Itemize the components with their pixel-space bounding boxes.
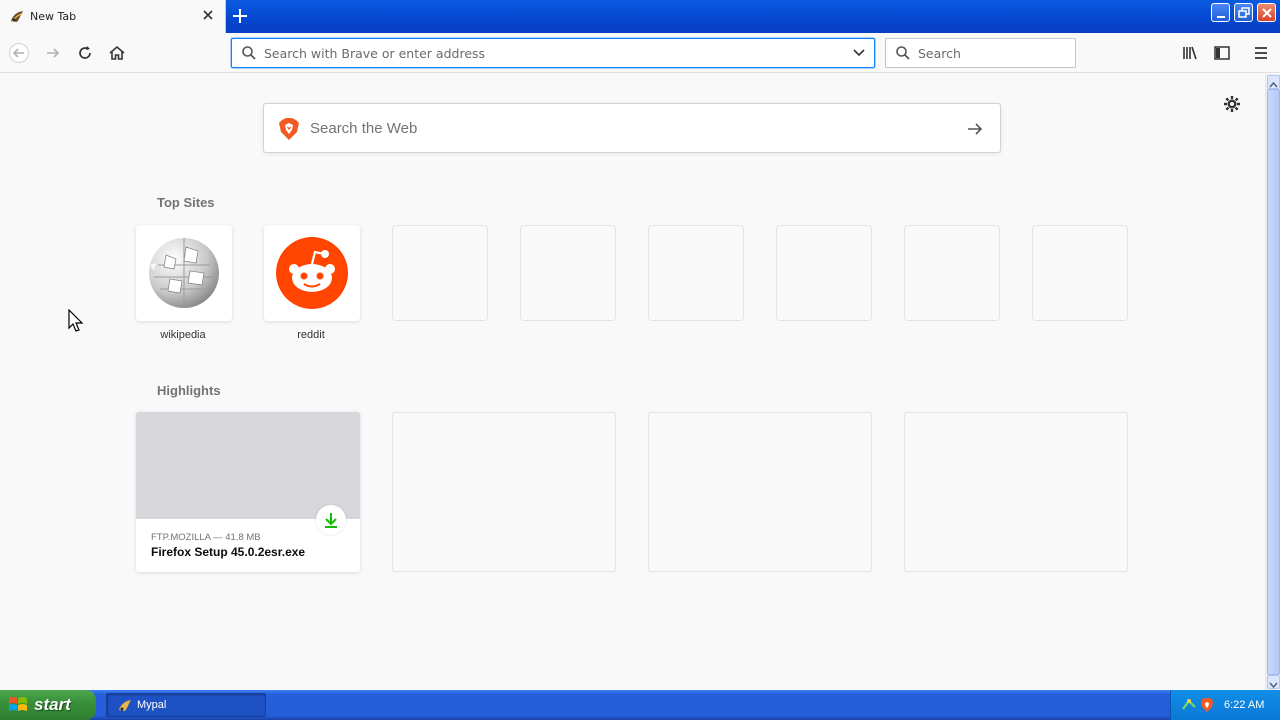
wikipedia-globe-icon	[149, 238, 219, 308]
network-icon[interactable]	[1181, 697, 1197, 713]
highlight-empty	[904, 412, 1128, 572]
restore-icon	[1238, 7, 1250, 18]
top-site-empty	[776, 225, 872, 321]
brave-lion-icon	[279, 118, 299, 140]
gear-icon[interactable]	[1222, 94, 1242, 114]
clock: 6:22 AM	[1224, 699, 1265, 711]
highlight-card[interactable]: FTP.MOZILLA — 41.8 MB Firefox Setup 45.0…	[136, 412, 360, 572]
search-bar[interactable]: Search	[885, 38, 1076, 68]
system-tray: 6:22 AM	[1170, 690, 1280, 720]
highlight-meta: FTP.MOZILLA — 41.8 MB	[151, 532, 261, 543]
scroll-up-arrow[interactable]	[1267, 75, 1280, 89]
close-window-icon	[1262, 8, 1272, 18]
tab-title: New Tab	[30, 10, 77, 23]
arrow-right-icon[interactable]	[966, 120, 984, 138]
top-site-label: reddit	[297, 329, 325, 341]
mouse-cursor-icon	[68, 309, 84, 332]
web-search-box[interactable]: Search the Web	[263, 103, 1001, 153]
start-button[interactable]: start	[0, 690, 96, 720]
minimize-icon	[1217, 16, 1225, 18]
highlight-empty	[648, 412, 872, 572]
top-sites-title: Top Sites	[157, 195, 215, 210]
navigation-toolbar: Search with Brave or enter address Searc…	[0, 33, 1280, 73]
search-bar-placeholder: Search	[918, 46, 961, 61]
top-site-empty	[1032, 225, 1128, 321]
highlight-thumbnail	[136, 412, 360, 519]
new-tab-plus-icon[interactable]	[230, 6, 250, 26]
scroll-down-arrow[interactable]	[1267, 675, 1280, 689]
reddit-icon	[276, 237, 348, 309]
top-site-empty	[520, 225, 616, 321]
vertical-scrollbar[interactable]	[1265, 74, 1280, 691]
minimize-button[interactable]	[1211, 3, 1230, 22]
forward-arrow-icon[interactable]	[43, 43, 63, 63]
top-site-wikipedia[interactable]	[136, 225, 232, 321]
brave-lion-icon[interactable]	[1200, 697, 1214, 713]
close-tab-icon[interactable]	[200, 7, 216, 23]
tab-strip: New Tab	[0, 0, 1280, 33]
download-badge	[316, 505, 346, 535]
taskbar-item-label: Mypal	[137, 699, 167, 711]
top-site-empty	[904, 225, 1000, 321]
restore-button[interactable]	[1234, 3, 1253, 22]
sidebar-icon[interactable]	[1212, 43, 1232, 63]
back-arrow-icon[interactable]	[9, 43, 29, 63]
tab-new-tab[interactable]: New Tab	[0, 0, 226, 33]
mypal-logo-icon	[119, 700, 131, 711]
hamburger-menu-icon[interactable]	[1251, 43, 1271, 63]
start-label: start	[34, 695, 71, 714]
mypal-logo-icon	[11, 11, 23, 23]
reload-icon[interactable]	[75, 43, 95, 63]
search-icon	[896, 46, 910, 60]
taskbar: start Mypal 6:22 AM	[0, 690, 1280, 720]
library-icon[interactable]	[1180, 43, 1200, 63]
search-icon	[242, 46, 256, 60]
home-icon[interactable]	[107, 43, 127, 63]
scrollbar-thumb[interactable]	[1267, 89, 1280, 675]
top-site-empty	[648, 225, 744, 321]
top-site-empty	[392, 225, 488, 321]
address-bar-placeholder: Search with Brave or enter address	[264, 46, 486, 61]
chevron-down-icon[interactable]	[852, 47, 866, 59]
windows-logo-icon	[9, 697, 27, 711]
download-icon	[325, 513, 337, 528]
highlight-empty	[392, 412, 616, 572]
top-site-label: wikipedia	[160, 329, 206, 341]
close-window-button[interactable]	[1257, 3, 1276, 22]
highlight-title: Firefox Setup 45.0.2esr.exe	[151, 545, 306, 559]
highlights-title: Highlights	[157, 383, 221, 398]
web-search-placeholder: Search the Web	[310, 120, 418, 137]
top-site-reddit[interactable]	[264, 225, 360, 321]
address-bar[interactable]: Search with Brave or enter address	[231, 38, 875, 68]
taskbar-item-mypal[interactable]: Mypal	[106, 693, 266, 717]
